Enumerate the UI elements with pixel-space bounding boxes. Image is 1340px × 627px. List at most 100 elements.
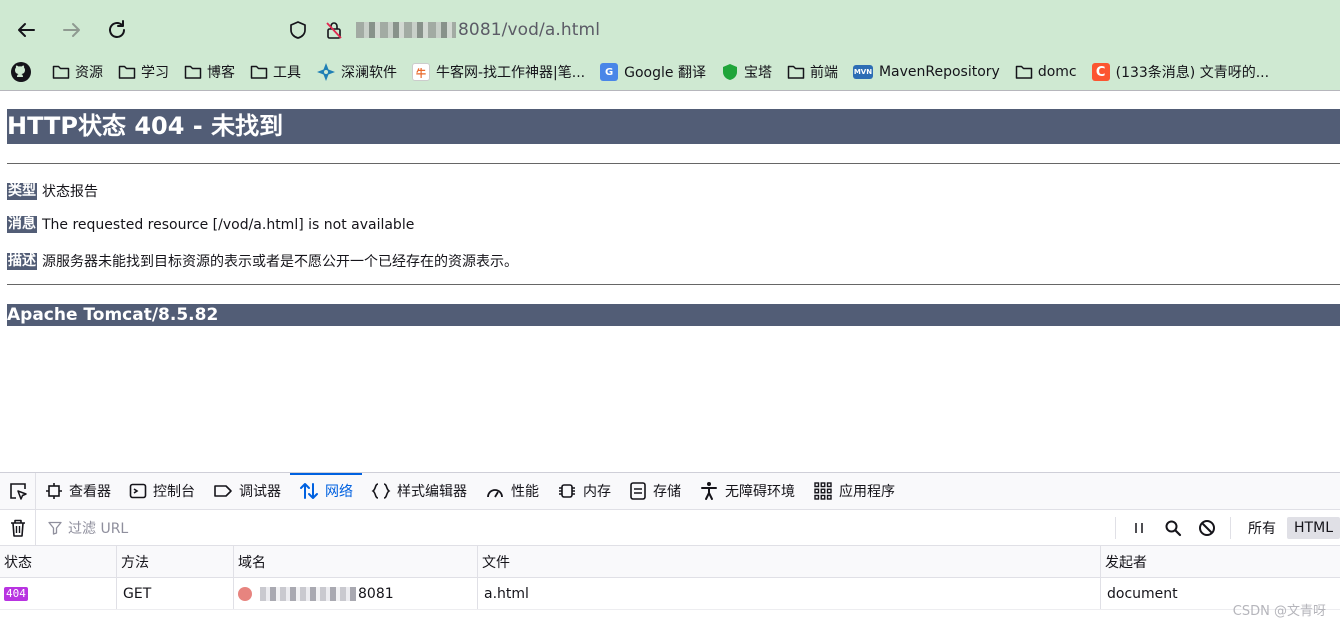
nowcoder-icon: 牛 xyxy=(412,63,430,81)
network-toolbar: 过滤 URL 所有 HTML xyxy=(0,509,1340,546)
arrow-left-icon xyxy=(18,23,35,37)
url-text: 8081/vod/a.html xyxy=(458,20,601,40)
status-badge: 404 xyxy=(4,586,28,601)
github-icon xyxy=(11,62,31,82)
tab-memory[interactable]: 内存 xyxy=(548,473,620,510)
bookmark-label: (133条消息) 文青呀的... xyxy=(1115,65,1270,81)
storage-icon xyxy=(630,482,646,500)
tab-inspector[interactable]: 查看器 xyxy=(36,473,120,510)
filter-html-button[interactable]: HTML xyxy=(1287,517,1340,539)
message-line: 消息 The requested resource [/vod/a.html] … xyxy=(7,216,414,233)
search-button[interactable] xyxy=(1156,510,1190,546)
bookmark-2[interactable]: 博客 xyxy=(184,62,235,82)
bookmark-9[interactable]: MVN MavenRepository xyxy=(852,64,1000,80)
column-initiator[interactable]: 发起者 xyxy=(1100,546,1340,577)
memory-icon xyxy=(559,484,575,498)
clear-requests-button[interactable] xyxy=(0,509,36,546)
back-button[interactable] xyxy=(12,16,40,44)
pause-button[interactable] xyxy=(1122,510,1156,546)
tab-label: 应用程序 xyxy=(839,484,895,500)
tab-performance[interactable]: 性能 xyxy=(476,473,548,510)
reload-icon xyxy=(109,20,125,38)
toolbar-divider xyxy=(1115,517,1117,539)
bookmark-11[interactable]: C (133条消息) 文青呀的... xyxy=(1091,62,1270,82)
divider-bottom xyxy=(7,284,1340,285)
tab-application[interactable]: 应用程序 xyxy=(804,473,904,510)
row-file: a.html xyxy=(477,578,1100,609)
bookmark-label: 牛客网-找工作神器|笔... xyxy=(436,65,586,81)
element-picker-button[interactable] xyxy=(0,472,36,510)
filter-all-button[interactable]: 所有 xyxy=(1241,515,1283,541)
bookmark-label: 学习 xyxy=(141,65,169,81)
bookmark-7[interactable]: 宝塔 xyxy=(721,62,772,82)
page-content: HTTP状态 404 - 未找到 类型 状态报告 消息 The requeste… xyxy=(0,90,1340,472)
tab-console[interactable]: 控制台 xyxy=(120,473,204,510)
element-picker-icon xyxy=(9,483,27,500)
accessibility-icon xyxy=(701,482,717,500)
description-label: 描述 xyxy=(7,252,37,270)
search-icon xyxy=(1165,520,1182,537)
reload-button[interactable] xyxy=(103,16,131,44)
column-method[interactable]: 方法 xyxy=(116,546,233,577)
row-domain: 8081 xyxy=(233,578,477,609)
console-icon xyxy=(129,483,147,499)
type-value: 状态报告 xyxy=(42,184,98,200)
tab-label: 调试器 xyxy=(239,484,281,500)
bookmark-label: 博客 xyxy=(207,65,235,81)
tab-debugger[interactable]: 调试器 xyxy=(204,473,290,510)
bookmarks-bar: 资源 学习 博客 工具 深澜软件 牛牛客网-找工作神器|笔... G Google… xyxy=(0,56,1340,88)
filter-url-input[interactable]: 过滤 URL xyxy=(48,518,1118,538)
filter-placeholder: 过滤 URL xyxy=(68,520,129,537)
github-bookmark[interactable] xyxy=(10,61,37,83)
bookmark-0[interactable]: 资源 xyxy=(52,62,103,82)
request-table-header: 状态 方法 域名 文件 发起者 xyxy=(0,546,1340,578)
forward-button[interactable] xyxy=(58,16,86,44)
csdn-icon: C xyxy=(1091,63,1110,81)
folder-icon xyxy=(1015,65,1033,79)
arrow-right-icon xyxy=(63,23,80,37)
tab-network[interactable]: 网络 xyxy=(290,472,362,510)
block-button[interactable] xyxy=(1190,510,1224,546)
tab-style-editor[interactable]: 样式编辑器 xyxy=(362,473,476,510)
bookmark-5[interactable]: 牛牛客网-找工作神器|笔... xyxy=(412,62,585,82)
row-status: 404 xyxy=(0,578,116,609)
divider-top xyxy=(7,163,1340,164)
application-icon xyxy=(814,482,832,500)
bookmark-3[interactable]: 工具 xyxy=(250,62,301,82)
bookmark-8[interactable]: 前端 xyxy=(787,62,838,82)
trash-icon xyxy=(10,519,25,537)
tab-accessibility[interactable]: 无障碍环境 xyxy=(690,473,804,510)
table-row[interactable]: 404 GET 8081 a.html document xyxy=(0,578,1340,610)
style-editor-icon xyxy=(371,483,391,499)
bookmark-6[interactable]: G Google 翻译 xyxy=(600,62,706,82)
bookmark-label: 工具 xyxy=(273,65,301,81)
bookmark-label: domc xyxy=(1037,64,1077,80)
inspector-icon xyxy=(46,483,62,499)
column-file[interactable]: 文件 xyxy=(477,546,1100,577)
domain-port: 8081 xyxy=(358,585,394,602)
tab-storage[interactable]: 存储 xyxy=(620,473,690,510)
toolbar-right: 所有 HTML xyxy=(1109,510,1340,546)
description-value: 源服务器未能找到目标资源的表示或者是不愿公开一个已经存在的资源表示。 xyxy=(42,254,518,270)
tab-label: 性能 xyxy=(511,484,539,500)
baota-icon xyxy=(722,64,737,80)
row-method: GET xyxy=(116,578,233,609)
google-translate-icon: G xyxy=(600,63,619,81)
filter-icon xyxy=(48,521,62,535)
description-line: 描述 源服务器未能找到目标资源的表示或者是不愿公开一个已经存在的资源表示。 xyxy=(7,251,518,271)
insecure-lock-icon xyxy=(238,586,252,601)
column-domain[interactable]: 域名 xyxy=(233,546,477,577)
compass-icon xyxy=(317,63,335,81)
tab-label: 网络 xyxy=(325,484,353,500)
column-status[interactable]: 状态 xyxy=(0,546,116,577)
url-bar[interactable]: 8081/vod/a.html xyxy=(288,14,988,46)
bookmark-1[interactable]: 学习 xyxy=(118,62,169,82)
folder-icon xyxy=(250,65,268,79)
tab-label: 样式编辑器 xyxy=(397,484,467,500)
bookmark-label: 前端 xyxy=(809,65,838,81)
tab-label: 内存 xyxy=(583,484,611,500)
folder-icon xyxy=(787,65,805,79)
bookmark-10[interactable]: domc xyxy=(1015,64,1077,80)
type-line: 类型 状态报告 xyxy=(7,181,98,201)
bookmark-4[interactable]: 深澜软件 xyxy=(316,62,397,82)
